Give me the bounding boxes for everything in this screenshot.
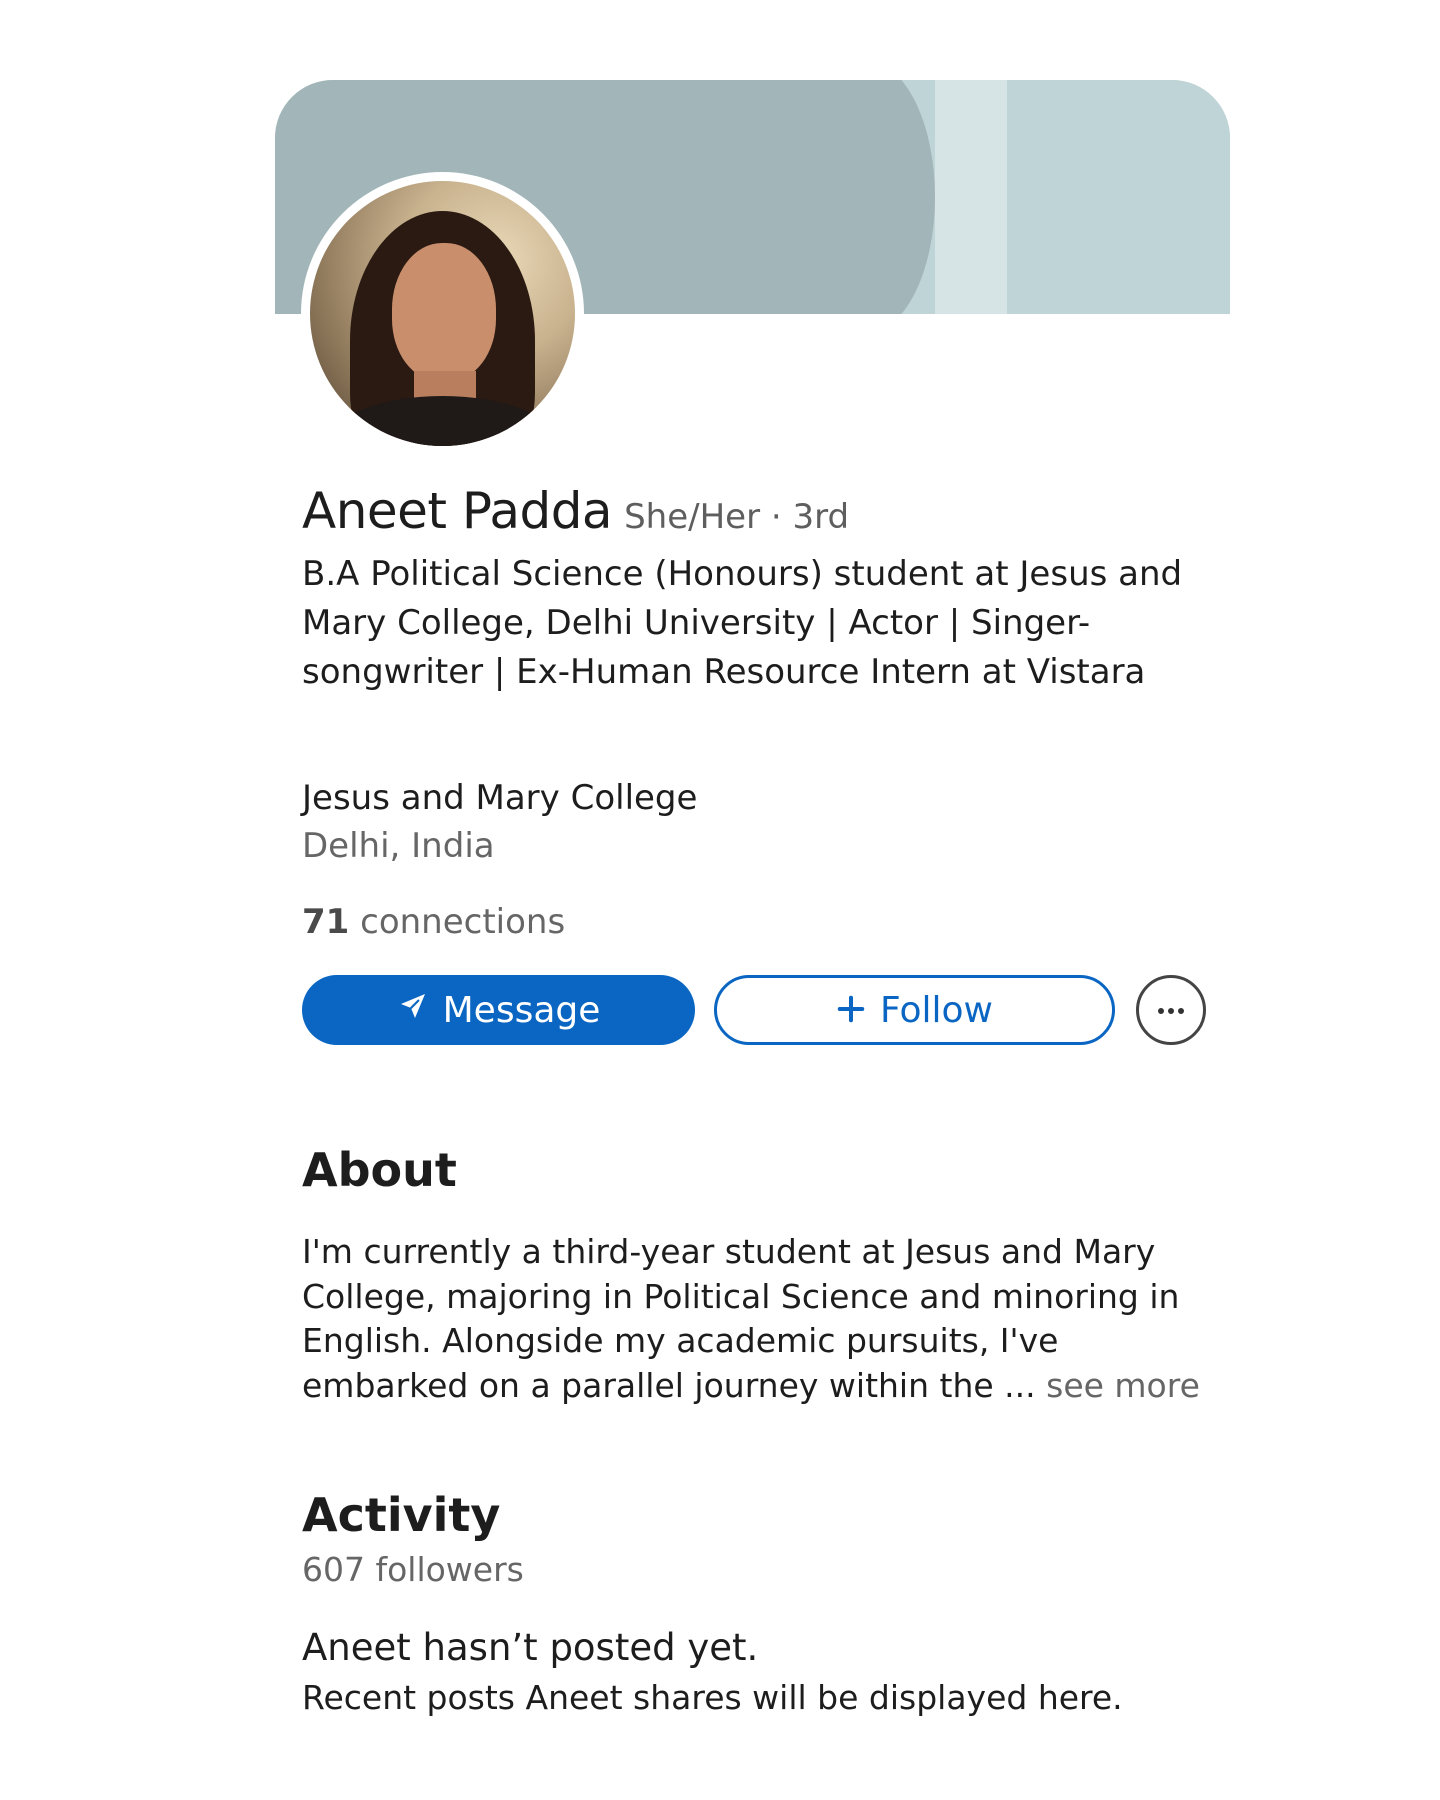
- more-icon: [1155, 1001, 1187, 1020]
- connections-count: 71: [302, 902, 350, 942]
- follow-button[interactable]: Follow: [714, 975, 1115, 1045]
- banner-shape-curve: [795, 80, 935, 314]
- avatar[interactable]: [301, 172, 584, 455]
- no-post-subtext: Recent posts Aneet shares will be displa…: [302, 1678, 1123, 1717]
- message-button[interactable]: Message: [302, 975, 695, 1045]
- name-row: Aneet Padda She/Her · 3rd: [302, 482, 849, 540]
- profile-photo: [310, 181, 575, 446]
- followers-count: 607 followers: [302, 1550, 524, 1589]
- no-post-message: Aneet hasn’t posted yet.: [302, 1626, 759, 1669]
- connections-label: connections: [360, 902, 566, 942]
- profile-headline: B.A Political Science (Honours) student …: [302, 554, 1183, 692]
- profile-school[interactable]: Jesus and Mary College: [302, 778, 697, 818]
- see-more-link[interactable]: see more: [1046, 1366, 1200, 1405]
- message-button-label: Message: [442, 989, 601, 1031]
- about-heading: About: [302, 1143, 457, 1197]
- activity-heading: Activity: [302, 1488, 501, 1542]
- profile-card: Aneet Padda She/Her · 3rd B.A Political …: [0, 0, 1440, 1800]
- send-icon: [397, 990, 429, 1031]
- profile-location: Delhi, India: [302, 826, 495, 866]
- profile-name: Aneet Padda: [302, 482, 613, 540]
- plus-icon: [836, 988, 866, 1032]
- pronoun-degree: She/Her · 3rd: [624, 497, 850, 537]
- connections-link[interactable]: 71 connections: [302, 902, 565, 942]
- follow-button-label: Follow: [880, 989, 993, 1031]
- banner-stripe: [935, 80, 1007, 314]
- banner-shape-right: [1007, 80, 1230, 314]
- about-text: I'm currently a third-year student at Je…: [302, 1230, 1207, 1408]
- more-button[interactable]: [1136, 975, 1206, 1045]
